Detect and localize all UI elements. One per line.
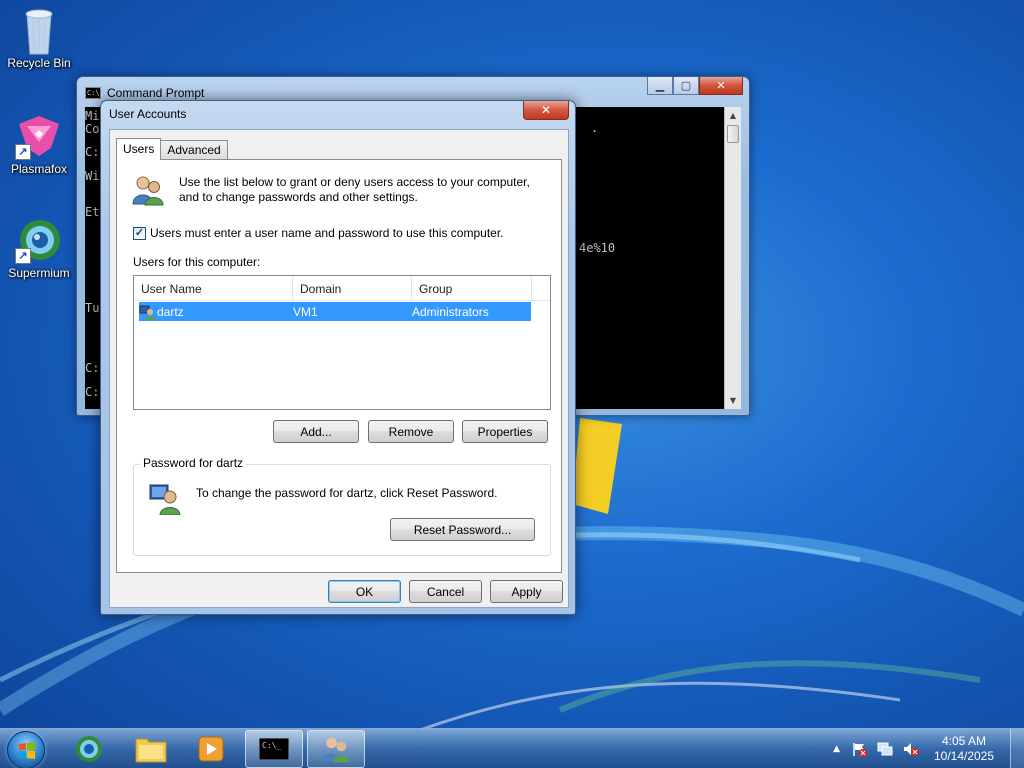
desktop-icon-supermium[interactable]: ↗ Supermium xyxy=(1,216,77,280)
desktop-icon-plasmafox[interactable]: ↗ Plasmafox xyxy=(1,112,77,176)
clock[interactable]: 4:05 AM 10/14/2025 xyxy=(924,734,1004,764)
users-list-label: Users for this computer: xyxy=(133,255,261,269)
table-row[interactable]: dartz VM1 Administrators xyxy=(139,302,531,321)
remove-user-button[interactable]: Remove xyxy=(368,420,454,443)
cmd-line: Et xyxy=(85,205,100,219)
intro-text: Use the list below to grant or deny user… xyxy=(179,175,530,204)
scroll-thumb[interactable] xyxy=(727,125,739,143)
tab-advanced[interactable]: Advanced xyxy=(160,140,228,160)
taskbar-supermium[interactable] xyxy=(60,730,118,768)
dialog-title: User Accounts xyxy=(109,107,187,121)
group-cell: Administrators xyxy=(412,304,489,319)
users-icon xyxy=(322,737,350,763)
cmd-line-fragment: . xyxy=(591,121,599,135)
media-player-icon xyxy=(198,736,224,762)
cmd-line: Co xyxy=(85,122,100,136)
taskbar: C:\_ ▲ 4:05 AM 10/14/2025 xyxy=(0,728,1024,768)
folder-icon xyxy=(135,738,167,763)
supermium-icon: ↗ xyxy=(15,216,63,264)
start-button[interactable] xyxy=(7,731,45,768)
windows-logo-icon xyxy=(19,742,35,759)
wallpaper-logo-yellow xyxy=(572,418,632,518)
desktop-icon-recycle-bin[interactable]: Recycle Bin xyxy=(1,6,77,70)
cancel-button[interactable]: Cancel xyxy=(409,580,482,603)
network-icon[interactable] xyxy=(877,741,893,757)
tab-users[interactable]: Users xyxy=(116,138,162,160)
must-login-checkbox[interactable]: ✓ xyxy=(133,226,146,240)
users-icon xyxy=(131,174,165,209)
intro-section: Use the list below to grant or deny user… xyxy=(131,174,551,209)
volume-muted-icon[interactable] xyxy=(903,741,919,757)
reset-password-button[interactable]: Reset Password... xyxy=(390,518,535,541)
close-button[interactable]: ✕ xyxy=(523,101,569,120)
shortcut-arrow-icon: ↗ xyxy=(15,144,31,160)
domain-cell: VM1 xyxy=(293,304,318,319)
cmd-app-icon: C:\ xyxy=(85,87,101,99)
cmd-title-text: Command Prompt xyxy=(107,86,205,100)
cmd-scrollbar[interactable]: ▲ ▼ xyxy=(724,107,741,409)
must-login-label: Users must enter a user name and passwor… xyxy=(150,226,504,240)
properties-button[interactable]: Properties xyxy=(462,420,548,443)
apply-button[interactable]: Apply xyxy=(490,580,563,603)
users-listview[interactable]: User Name Domain Group dartz VM1 Adminis… xyxy=(133,275,551,410)
clock-time: 4:05 AM xyxy=(941,734,987,748)
password-groupbox: Password for dartz To change the passwor… xyxy=(133,456,551,556)
user-name-text: dartz xyxy=(157,304,184,319)
show-hidden-icons-arrow[interactable]: ▲ xyxy=(833,744,840,754)
column-header-user-name[interactable]: User Name xyxy=(134,276,293,300)
taskbar-user-accounts[interactable] xyxy=(307,730,365,768)
cmd-window-controls: ▁ ▢ ✕ xyxy=(647,77,743,95)
taskbar-media-player[interactable] xyxy=(182,730,240,768)
plasmafox-icon: ↗ xyxy=(15,112,63,160)
cmd-line: C: xyxy=(85,361,100,375)
shortcut-arrow-icon: ↗ xyxy=(15,248,31,264)
add-user-button[interactable]: Add... xyxy=(273,420,359,443)
ok-button[interactable]: OK xyxy=(328,580,401,603)
cmd-line: C: xyxy=(85,385,100,399)
cmd-line: C: xyxy=(85,145,100,159)
users-tab-panel: Use the list below to grant or deny user… xyxy=(116,159,562,573)
cmd-line-fragment: 4e%10 xyxy=(579,241,616,255)
desktop-icon-label: Recycle Bin xyxy=(7,56,71,70)
column-header-group[interactable]: Group xyxy=(412,276,532,300)
column-header-domain[interactable]: Domain xyxy=(293,276,412,300)
cmd-line: Mi xyxy=(85,109,100,123)
clock-date: 10/14/2025 xyxy=(933,749,995,763)
show-desktop-button[interactable] xyxy=(1010,729,1024,768)
command-prompt-icon: C:\_ xyxy=(259,738,289,760)
close-button[interactable]: ✕ xyxy=(699,77,743,95)
desktop-icon-label: Supermium xyxy=(8,266,70,280)
user-icon xyxy=(139,305,155,320)
dialog-client-area: Users Advanced Use the list below to gra… xyxy=(109,129,569,608)
cmd-line: Tu xyxy=(85,301,100,315)
system-tray: ▲ 4:05 AM 10/14/2025 xyxy=(833,729,1024,768)
taskbar-explorer[interactable] xyxy=(122,730,180,768)
minimize-button[interactable]: ▁ xyxy=(647,77,673,95)
password-groupbox-title: Password for dartz xyxy=(140,456,247,470)
password-instructions: To change the password for dartz, click … xyxy=(196,486,498,500)
svg-text:C:\_: C:\_ xyxy=(262,741,281,750)
user-accounts-dialog[interactable]: User Accounts ✕ Users Advanced Use the l… xyxy=(100,100,576,615)
must-login-option[interactable]: ✓ Users must enter a user name and passw… xyxy=(133,226,504,240)
user-password-icon xyxy=(148,481,182,518)
cmd-line: Wi xyxy=(85,169,100,183)
listview-header: User Name Domain Group xyxy=(134,276,550,301)
user-name-cell: dartz xyxy=(139,304,293,320)
taskbar-command-prompt[interactable]: C:\_ xyxy=(245,730,303,768)
recycle-bin-icon xyxy=(15,6,63,55)
scroll-down-arrow-icon[interactable]: ▼ xyxy=(725,392,741,409)
supermium-icon xyxy=(76,736,102,762)
action-center-flag-icon[interactable] xyxy=(851,741,867,757)
tab-strip: Users Advanced xyxy=(116,138,228,160)
desktop-icon-label: Plasmafox xyxy=(10,162,68,176)
maximize-button[interactable]: ▢ xyxy=(673,77,699,95)
scroll-up-arrow-icon[interactable]: ▲ xyxy=(725,107,741,124)
